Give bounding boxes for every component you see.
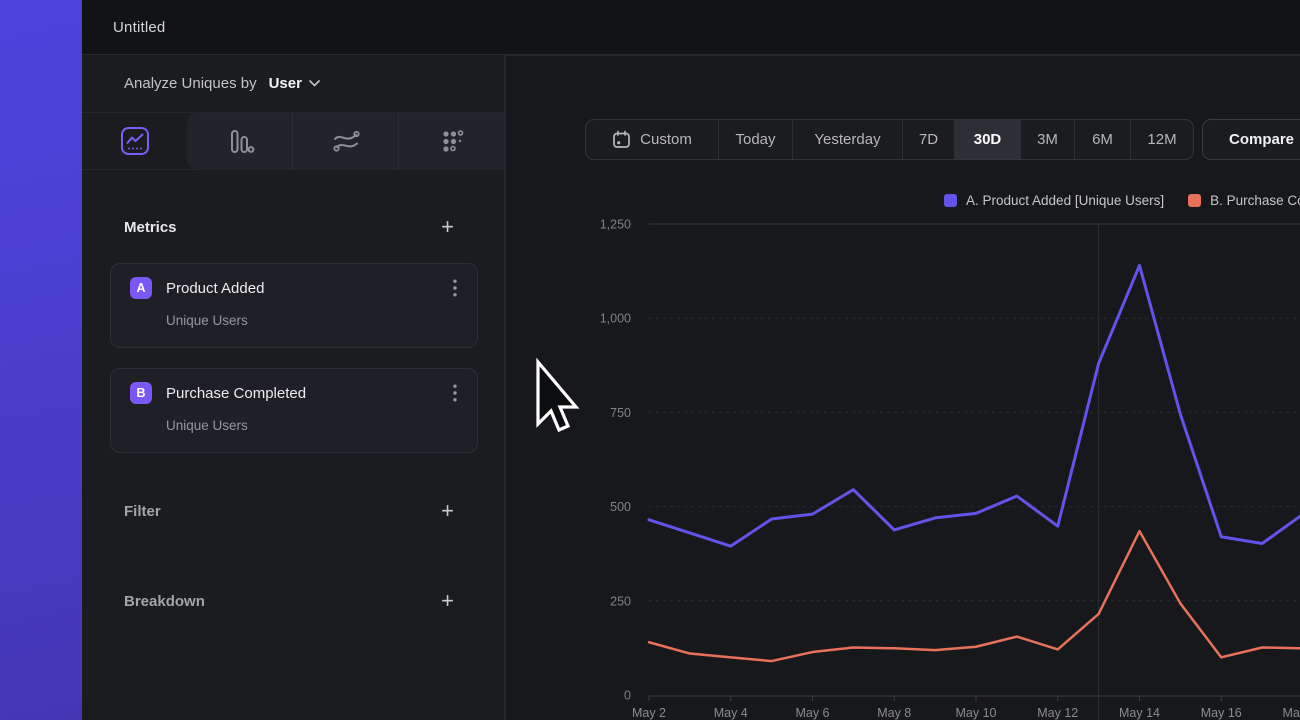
range-option-label: 7D bbox=[919, 131, 938, 148]
tab-dots-grid[interactable] bbox=[398, 113, 504, 169]
metric-options-button[interactable] bbox=[451, 277, 459, 299]
range-option-yesterday[interactable]: Yesterday bbox=[792, 120, 902, 159]
filter-title: Filter bbox=[124, 503, 161, 520]
legend-label: B. Purchase Completed [Unique Users] bbox=[1210, 193, 1300, 208]
flows-icon bbox=[329, 124, 363, 158]
metric-card-b[interactable]: B Purchase Completed Unique Users bbox=[110, 368, 478, 453]
chart-panel: 0 250 500 750 1,000 1,250 May 2 May 4 May 6 May 8… bbox=[505, 55, 1300, 720]
chevron-down-icon bbox=[309, 80, 320, 87]
chart-legend: A. Product Added [Unique Users] B. Purcha… bbox=[944, 191, 1300, 209]
kebab-icon bbox=[453, 279, 457, 297]
mouse-cursor-icon bbox=[528, 356, 588, 446]
range-option-custom[interactable]: Custom bbox=[586, 120, 718, 159]
tab-bar-chart[interactable] bbox=[187, 113, 292, 169]
metrics-header: Metrics + bbox=[82, 212, 504, 242]
svg-text:May 18: May 18 bbox=[1283, 706, 1300, 720]
range-option-label: 30D bbox=[974, 131, 1002, 148]
analyze-by-value: User bbox=[269, 75, 302, 92]
range-option-label: Custom bbox=[640, 131, 692, 148]
analyze-label: Analyze Uniques by bbox=[124, 75, 257, 92]
svg-text:500: 500 bbox=[610, 500, 631, 514]
app-nav-gradient-strip bbox=[0, 0, 82, 720]
line-chart-icon bbox=[120, 126, 150, 156]
range-option-today[interactable]: Today bbox=[718, 120, 792, 159]
metric-badge-a: A bbox=[130, 277, 152, 299]
metric-card-a[interactable]: A Product Added Unique Users bbox=[110, 263, 478, 348]
range-option-30d[interactable]: 30D bbox=[954, 120, 1020, 159]
metric-subtitle: Unique Users bbox=[166, 313, 459, 328]
query-sidebar: Analyze Uniques by User bbox=[82, 55, 505, 720]
metric-badge-b: B bbox=[130, 382, 152, 404]
chart-type-tab-group bbox=[187, 113, 504, 169]
metric-name: Product Added bbox=[166, 280, 451, 297]
svg-text:May 4: May 4 bbox=[714, 706, 748, 720]
analyze-row: Analyze Uniques by User bbox=[82, 55, 504, 113]
date-range-control: Custom Today Yesterday 7D 30D 3M 6M 12M bbox=[585, 119, 1194, 160]
compare-button[interactable]: Compare bbox=[1202, 119, 1300, 160]
breakdown-header: Breakdown + bbox=[82, 586, 504, 616]
svg-text:May 16: May 16 bbox=[1201, 706, 1242, 720]
bar-chart-icon bbox=[223, 124, 257, 158]
range-option-7d[interactable]: 7D bbox=[902, 120, 954, 159]
compare-label: Compare bbox=[1229, 131, 1294, 148]
range-option-label: 3M bbox=[1037, 131, 1058, 148]
legend-swatch bbox=[944, 194, 957, 207]
calendar-icon bbox=[612, 130, 631, 149]
range-option-6m[interactable]: 6M bbox=[1074, 120, 1130, 159]
metric-subtitle: Unique Users bbox=[166, 418, 459, 433]
svg-text:250: 250 bbox=[610, 594, 631, 608]
breakdown-title: Breakdown bbox=[124, 593, 205, 610]
kebab-icon bbox=[453, 384, 457, 402]
range-option-label: Today bbox=[735, 131, 775, 148]
svg-text:May 8: May 8 bbox=[877, 706, 911, 720]
svg-text:May 6: May 6 bbox=[795, 706, 829, 720]
metric-name: Purchase Completed bbox=[166, 385, 451, 402]
range-option-12m[interactable]: 12M bbox=[1130, 120, 1193, 159]
chart-type-tabs bbox=[82, 113, 504, 170]
range-option-label: 12M bbox=[1147, 131, 1176, 148]
dots-grid-icon bbox=[435, 124, 469, 158]
top-bar: Untitled bbox=[82, 0, 1300, 55]
svg-text:1,250: 1,250 bbox=[600, 218, 631, 232]
legend-item[interactable]: B. Purchase Completed [Unique Users] bbox=[1188, 191, 1300, 209]
filter-header: Filter + bbox=[82, 496, 504, 526]
legend-swatch bbox=[1188, 194, 1201, 207]
add-metric-button[interactable]: + bbox=[441, 217, 454, 237]
legend-item[interactable]: A. Product Added [Unique Users] bbox=[944, 191, 1164, 209]
add-filter-button[interactable]: + bbox=[441, 501, 454, 521]
svg-text:750: 750 bbox=[610, 406, 631, 420]
add-breakdown-button[interactable]: + bbox=[441, 591, 454, 611]
svg-text:1,000: 1,000 bbox=[600, 312, 631, 326]
svg-text:May 14: May 14 bbox=[1119, 706, 1160, 720]
range-option-label: 6M bbox=[1092, 131, 1113, 148]
page-title: Untitled bbox=[113, 19, 165, 36]
tab-line-chart[interactable] bbox=[82, 113, 187, 169]
tab-flows[interactable] bbox=[292, 113, 398, 169]
svg-text:May 2: May 2 bbox=[632, 706, 666, 720]
legend-label: A. Product Added [Unique Users] bbox=[966, 193, 1164, 208]
svg-text:0: 0 bbox=[624, 689, 631, 703]
metric-options-button[interactable] bbox=[451, 382, 459, 404]
metrics-title: Metrics bbox=[124, 219, 177, 236]
range-option-3m[interactable]: 3M bbox=[1020, 120, 1074, 159]
svg-text:May 12: May 12 bbox=[1037, 706, 1078, 720]
range-option-label: Yesterday bbox=[814, 131, 880, 148]
svg-text:May 10: May 10 bbox=[956, 706, 997, 720]
analyze-by-dropdown[interactable]: User bbox=[269, 75, 320, 92]
